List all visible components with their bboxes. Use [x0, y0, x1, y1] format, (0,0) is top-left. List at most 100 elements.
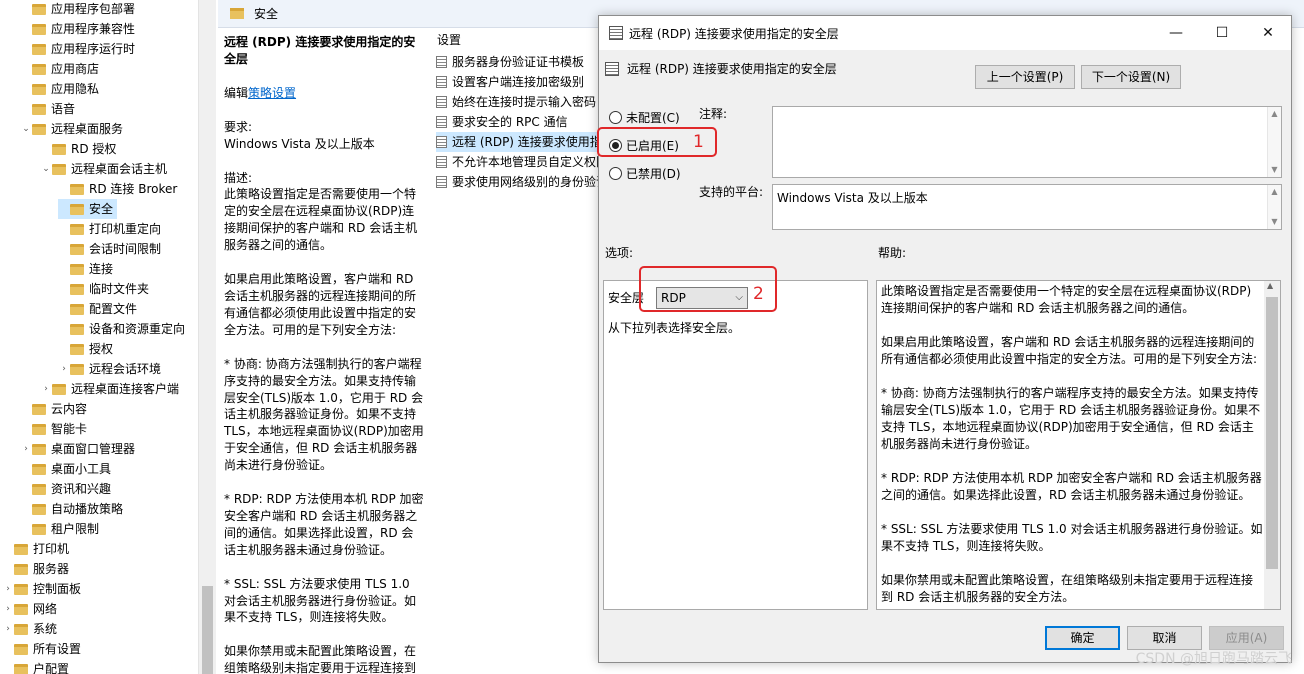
- radio-circle[interactable]: [609, 110, 622, 124]
- chevron-right-icon[interactable]: ›: [40, 379, 52, 399]
- help-scrollbar-thumb[interactable]: [1266, 297, 1278, 569]
- cancel-button[interactable]: 取消: [1127, 626, 1202, 650]
- tree-node-label: 应用程序包部署: [51, 2, 136, 16]
- settings-row[interactable]: 要求使用网络级别的身份验证: [436, 172, 608, 192]
- folder-icon: [52, 163, 66, 175]
- tree-node[interactable]: 打印机重定向: [58, 219, 161, 239]
- tree-node[interactable]: 授权: [58, 339, 113, 359]
- tree-node[interactable]: › 网络: [2, 599, 57, 619]
- tree-node[interactable]: 配置文件: [58, 299, 137, 319]
- tree-node[interactable]: ⌄ 远程桌面服务: [20, 119, 123, 139]
- tree-node[interactable]: 所有设置: [2, 639, 81, 659]
- tree-node-label: 桌面窗口管理器: [51, 442, 136, 456]
- tree-node[interactable]: › 桌面窗口管理器: [20, 439, 135, 459]
- dialog-titlebar[interactable]: 远程 (RDP) 连接要求使用指定的安全层 — ☐ ✕: [599, 16, 1291, 50]
- settings-row[interactable]: 设置客户端连接加密级别: [436, 72, 584, 92]
- tree-node[interactable]: 语音: [20, 99, 75, 119]
- radio-circle[interactable]: [609, 166, 622, 180]
- tree-node[interactable]: 设备和资源重定向: [58, 319, 185, 339]
- options-label: 选项:: [605, 246, 634, 260]
- dialog-heading: 远程 (RDP) 连接要求使用指定的安全层: [605, 60, 837, 77]
- tree-scrollbar-thumb[interactable]: [202, 586, 213, 674]
- tree-node[interactable]: 云内容: [20, 399, 87, 419]
- tree-node[interactable]: 应用隐私: [20, 79, 99, 99]
- folder-icon: [70, 183, 84, 195]
- tree-node[interactable]: 打印机: [2, 539, 69, 559]
- tree-node[interactable]: 资讯和兴趣: [20, 479, 111, 499]
- folder-icon: [14, 603, 28, 615]
- help-scrollbar[interactable]: ▲: [1264, 281, 1280, 609]
- folder-icon: [14, 563, 28, 575]
- tree-node-label: 打印机重定向: [89, 222, 162, 236]
- comment-label: 注释:: [699, 107, 728, 121]
- close-icon[interactable]: ✕: [1245, 16, 1291, 50]
- maximize-icon[interactable]: ☐: [1199, 16, 1245, 50]
- edit-policy-link[interactable]: 策略设置: [248, 86, 296, 100]
- scroll-up-icon[interactable]: ▲: [1268, 107, 1281, 121]
- settings-row[interactable]: 远程 (RDP) 连接要求使用指定的安全层: [436, 132, 610, 152]
- minimize-icon[interactable]: —: [1153, 16, 1199, 50]
- tree-node-label: 临时文件夹: [89, 282, 150, 296]
- folder-icon: [32, 63, 46, 75]
- tree-node[interactable]: 自动播放策略: [20, 499, 123, 519]
- tree-node[interactable]: 应用程序运行时: [20, 39, 135, 59]
- tree-node[interactable]: 智能卡: [20, 419, 87, 439]
- scroll-down-icon[interactable]: ▼: [1268, 163, 1281, 177]
- help-p3: * 协商: 协商方法强制执行的客户端程序支持的最安全方法。如果支持传输层安全(T…: [881, 386, 1261, 451]
- chevron-right-icon[interactable]: ›: [2, 619, 14, 639]
- chevron-right-icon[interactable]: ›: [2, 579, 14, 599]
- tree-node[interactable]: 户配置: [2, 659, 69, 674]
- platform-field: Windows Vista 及以上版本 ▲ ▼: [772, 184, 1282, 230]
- next-setting-button[interactable]: 下一个设置(N): [1081, 65, 1181, 89]
- comment-textarea[interactable]: ▲ ▼: [772, 106, 1282, 178]
- tree-node[interactable]: 临时文件夹: [58, 279, 149, 299]
- apply-button[interactable]: 应用(A): [1209, 626, 1284, 650]
- tree-node[interactable]: › 系统: [2, 619, 57, 639]
- chevron-right-icon[interactable]: ›: [58, 359, 70, 379]
- folder-icon: [32, 523, 46, 535]
- tree-node[interactable]: ⌄ 远程桌面会话主机: [40, 159, 167, 179]
- scroll-up-icon[interactable]: ▲: [1268, 185, 1281, 199]
- scroll-down-icon[interactable]: ▼: [1268, 215, 1281, 229]
- tree-node-label: 控制面板: [33, 582, 82, 596]
- settings-row[interactable]: 要求安全的 RPC 通信: [436, 112, 568, 132]
- platform-value: Windows Vista 及以上版本: [777, 191, 928, 205]
- tree-node[interactable]: 应用程序包部署: [20, 0, 135, 19]
- chevron-right-icon[interactable]: ›: [20, 439, 32, 459]
- tree-node-label: 授权: [89, 342, 114, 356]
- tree-node[interactable]: 租户限制: [20, 519, 99, 539]
- chevron-right-icon[interactable]: ›: [2, 599, 14, 619]
- tree-node[interactable]: RD 授权: [40, 139, 116, 159]
- settings-row[interactable]: 始终在连接时提示输入密码: [436, 92, 596, 112]
- tree-node[interactable]: 桌面小工具: [20, 459, 111, 479]
- settings-row[interactable]: 不允许本地管理员自定义权限: [436, 152, 608, 172]
- prev-setting-button[interactable]: 上一个设置(P): [975, 65, 1075, 89]
- navigation-tree: 应用程序包部署 应用程序兼容性 应用程序运行时 应用商店 应用隐私 语音 ⌄ 远程桌面服务 RD…: [0, 0, 198, 674]
- tree-node-label: 安全: [89, 202, 114, 216]
- help-p2: 如果启用此策略设置，客户端和 RD 会话主机服务器的远程连接期间的所有通信都必须…: [881, 335, 1258, 366]
- ok-button[interactable]: 确定: [1045, 626, 1120, 650]
- tree-node-label: 配置文件: [89, 302, 138, 316]
- settings-row[interactable]: 服务器身份验证证书模板: [436, 52, 584, 72]
- radio-disabled[interactable]: 已禁用(D): [609, 163, 681, 183]
- tree-node[interactable]: › 远程会话环境: [58, 359, 161, 379]
- tree-scrollbar[interactable]: [198, 0, 216, 674]
- tree-node[interactable]: 应用程序兼容性: [20, 19, 135, 39]
- platform-scrollbar[interactable]: ▲ ▼: [1267, 185, 1281, 229]
- tree-node[interactable]: RD 连接 Broker: [58, 179, 177, 199]
- tree-node[interactable]: › 控制面板: [2, 579, 81, 599]
- comment-scrollbar[interactable]: ▲ ▼: [1267, 107, 1281, 177]
- chevron-down-icon[interactable]: ⌄: [40, 159, 52, 179]
- tree-node[interactable]: 会话时间限制: [58, 239, 161, 259]
- chevron-down-icon[interactable]: ⌄: [20, 119, 32, 139]
- desc-p6: 如果你禁用或未配置此策略设置，在组策略级别未指定要用于远程连接到: [224, 644, 417, 674]
- radio-not-configured[interactable]: 未配置(C): [609, 107, 680, 127]
- tree-node[interactable]: 服务器: [2, 559, 69, 579]
- tree-node[interactable]: 安全: [58, 199, 118, 219]
- desc-p5: * SSL: SSL 方法要求使用 TLS 1.0 对会话主机服务器进行身份验证…: [224, 576, 417, 625]
- tree-node[interactable]: 连接: [58, 259, 113, 279]
- settings-column-header[interactable]: 设置: [437, 31, 461, 48]
- scroll-up-icon[interactable]: ▲: [1267, 281, 1273, 290]
- tree-node[interactable]: › 远程桌面连接客户端: [40, 379, 179, 399]
- tree-node[interactable]: 应用商店: [20, 59, 99, 79]
